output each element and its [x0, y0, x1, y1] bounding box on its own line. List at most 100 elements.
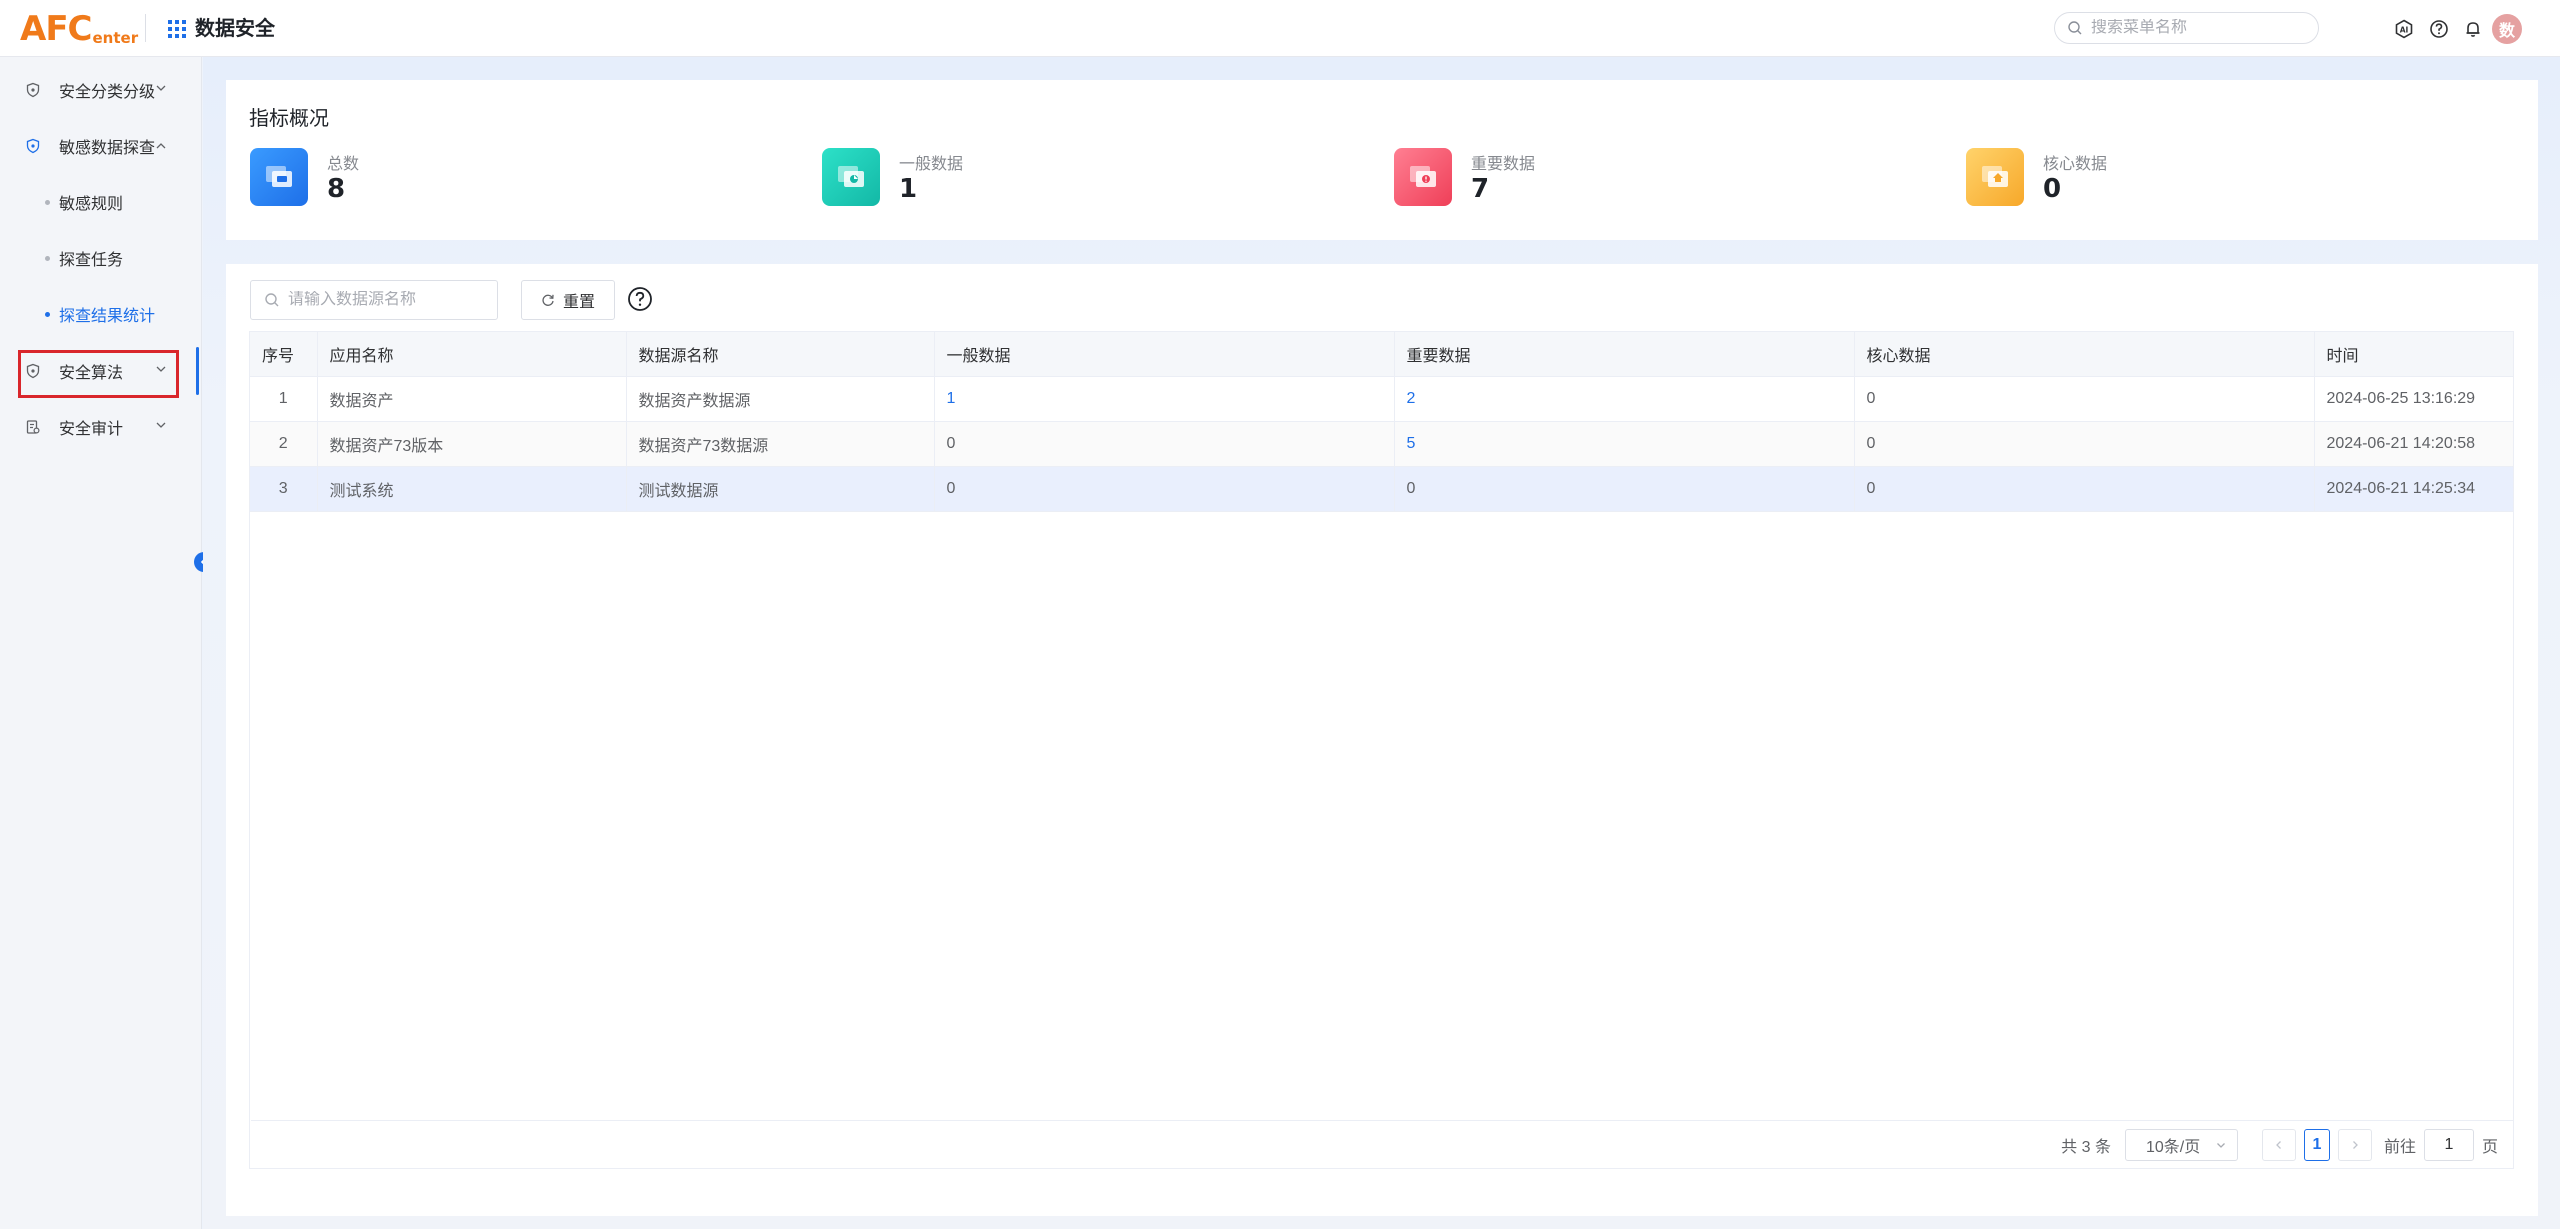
col-header-general-data: 一般数据: [934, 332, 1395, 377]
header-divider: [145, 14, 146, 42]
sidebar-item-label: 敏感规则: [59, 196, 124, 213]
cell-datasource-name: 数据资产数据源: [626, 376, 935, 422]
stat-core: 核心数据 0: [1966, 148, 2366, 208]
cell-time: 2024-06-21 14:20:58: [2314, 421, 2513, 467]
app-grid-icon[interactable]: [168, 20, 186, 38]
search-icon: [2068, 21, 2082, 35]
cell-time: 2024-06-25 13:16:29: [2314, 376, 2513, 422]
page-size-select[interactable]: 10条/页: [2124, 1128, 2238, 1161]
goto-label: 前往: [2383, 1138, 2416, 1156]
bullet-dot: [45, 199, 50, 205]
bell-icon[interactable]: [2462, 18, 2484, 40]
app-title: 数据安全: [195, 18, 275, 40]
sidebar-item-classification[interactable]: 安全分类分级: [0, 70, 196, 110]
goto-page-input[interactable]: [2423, 1128, 2474, 1161]
refresh-icon: [542, 294, 554, 306]
chevron-down-icon: [156, 422, 166, 428]
sidebar-item-label: 探查结果统计: [59, 308, 156, 325]
user-avatar[interactable]: 数: [2492, 14, 2522, 44]
stat-label: 重要数据: [1471, 156, 1536, 173]
help-icon[interactable]: [2428, 18, 2450, 40]
sidebar-item-result-statistics[interactable]: 探查结果统计: [0, 294, 196, 334]
cell-core-data: 0: [1854, 376, 2315, 422]
sidebar-item-discovery-tasks[interactable]: 探查任务: [0, 238, 196, 278]
page-unit-label: 页: [2481, 1138, 2498, 1156]
menu-search-input[interactable]: [2091, 19, 2301, 37]
top-header: AFC enter 数据安全 AI 数: [0, 0, 2560, 57]
cell-time: 2024-06-21 14:25:34: [2314, 466, 2513, 512]
stat-label: 一般数据: [899, 156, 964, 173]
afcenter-logo[interactable]: AFC enter: [20, 10, 138, 46]
question-help-icon[interactable]: [627, 286, 653, 312]
pagination-total: 共 3 条: [2061, 1138, 2111, 1156]
sidebar-item-security-audit[interactable]: 安全审计: [0, 407, 196, 447]
stat-label: 总数: [327, 156, 360, 173]
cell-general-data-link[interactable]: 1: [934, 376, 1395, 422]
active-indicator: [196, 347, 199, 395]
overview-card: 指标概况 总数 8 一般数据 1 重要数据 7 核心数据 0: [226, 80, 2538, 240]
cell-index: 2: [250, 421, 318, 467]
col-header-app-name: 应用名称: [317, 332, 627, 377]
cell-index: 1: [250, 376, 318, 422]
next-page-button[interactable]: [2337, 1128, 2372, 1161]
cell-general-data: 0: [934, 466, 1395, 512]
prev-page-button[interactable]: [2261, 1128, 2296, 1161]
stat-important: 重要数据 7: [1394, 148, 1794, 208]
chevron-down-icon: [2217, 1142, 2225, 1148]
chevron-right-icon: [2353, 1140, 2358, 1149]
page-number-current[interactable]: 1: [2303, 1128, 2330, 1161]
overview-title: 指标概况: [249, 108, 329, 130]
cell-index: 3: [250, 466, 318, 512]
table-row[interactable]: 1 数据资产 数据资产数据源 1 2 0 2024-06-25 13:16:29: [250, 376, 2513, 422]
results-card: 重置 序号 应用名称 数据源名称 一般数据 重要数据 核心数据 时间: [226, 264, 2538, 1216]
reset-button[interactable]: 重置: [521, 280, 615, 320]
page-size-value: 10条/页: [2145, 1138, 2201, 1156]
cell-important-data-link[interactable]: 5: [1394, 421, 1855, 467]
datasource-filter[interactable]: [250, 280, 498, 320]
cell-datasource-name: 数据资产73数据源: [626, 421, 935, 467]
col-header-core-data: 核心数据: [1854, 332, 2315, 377]
shield-icon: [26, 138, 40, 154]
stat-value: 1: [899, 174, 918, 204]
col-header-datasource-name: 数据源名称: [626, 332, 935, 377]
cell-datasource-name: 测试数据源: [626, 466, 935, 512]
bullet-dot: [45, 311, 50, 317]
sidebar-item-label: 敏感数据探查: [59, 140, 156, 157]
table-header-row: 序号 应用名称 数据源名称 一般数据 重要数据 核心数据 时间: [250, 332, 2513, 377]
reset-label: 重置: [562, 294, 595, 311]
ai-assistant-icon[interactable]: AI: [2393, 18, 2415, 40]
sidebar-item-sensitive-discovery[interactable]: 敏感数据探查: [0, 126, 196, 166]
sidebar-item-sensitive-rules[interactable]: 敏感规则: [0, 182, 196, 222]
important-data-icon: [1394, 148, 1452, 206]
chevron-up-icon: [156, 143, 166, 149]
stat-value: 8: [327, 174, 346, 204]
chevron-down-icon: [156, 85, 166, 91]
cell-general-data: 0: [934, 421, 1395, 467]
chevron-left-icon: [2276, 1140, 2281, 1149]
cell-core-data: 0: [1854, 466, 2315, 512]
bullet-dot: [45, 255, 50, 261]
col-header-time: 时间: [2314, 332, 2513, 377]
cell-app-name: 数据资产: [317, 376, 627, 422]
cell-app-name: 数据资产73版本: [317, 421, 627, 467]
table-row[interactable]: 3 测试系统 测试数据源 0 0 0 2024-06-21 14:25:34: [250, 466, 2513, 512]
menu-search-box[interactable]: [2054, 12, 2319, 44]
total-data-icon: [250, 148, 308, 206]
shield-icon: [26, 82, 40, 98]
general-data-icon: [822, 148, 880, 206]
stat-value: 0: [2043, 174, 2062, 204]
svg-text:AI: AI: [2400, 25, 2409, 34]
sidebar: 安全分类分级 敏感数据探查 敏感规则 探查任务 探查结果统计 安全算法 安全审计: [0, 57, 202, 1229]
col-header-index: 序号: [250, 332, 318, 377]
datasource-name-input[interactable]: [288, 291, 488, 309]
logo-sub-text: enter: [92, 29, 139, 47]
cell-important-data-link[interactable]: 2: [1394, 376, 1855, 422]
pagination: 共 3 条 10条/页 1 前往 页: [251, 1120, 2514, 1168]
table-row[interactable]: 2 数据资产73版本 数据资产73数据源 0 5 0 2024-06-21 14…: [250, 421, 2513, 467]
cell-app-name: 测试系统: [317, 466, 627, 512]
annotation-highlight-box: [18, 350, 179, 398]
results-table: 序号 应用名称 数据源名称 一般数据 重要数据 核心数据 时间 1 数据资产 数…: [249, 331, 2514, 1169]
stat-general: 一般数据 1: [822, 148, 1222, 208]
cell-core-data: 0: [1854, 421, 2315, 467]
cell-important-data: 0: [1394, 466, 1855, 512]
